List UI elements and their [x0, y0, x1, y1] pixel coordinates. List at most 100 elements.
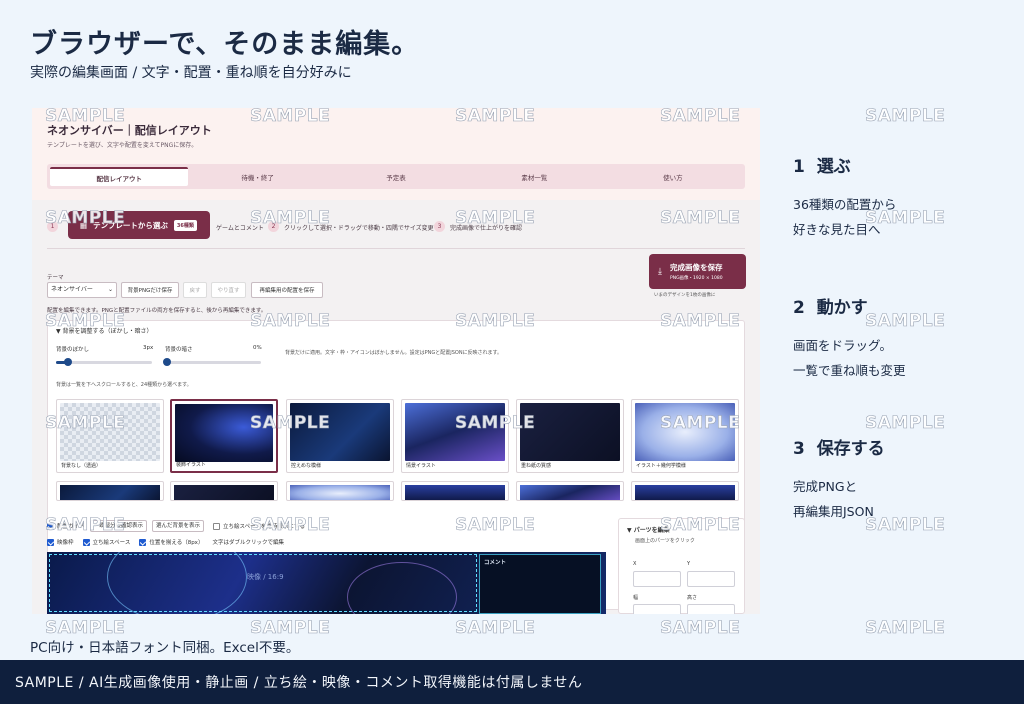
blur-value: 3px	[143, 345, 154, 351]
background-thumb[interactable]: イラスト＋幾何学模様	[631, 399, 739, 473]
sample-watermark: SAMPLE	[660, 106, 741, 127]
thumb-image	[635, 485, 735, 500]
sample-watermark: SAMPLE	[45, 208, 126, 229]
side-step-3-line: 再編集用JSON	[793, 504, 874, 519]
sample-watermark: SAMPLE	[250, 618, 331, 639]
divider	[47, 248, 745, 249]
tab-waiting[interactable]: 待機・終了	[188, 167, 326, 186]
undo-button[interactable]: 戻す	[183, 282, 207, 298]
footer-text: SAMPLE / AI生成画像使用・静止画 / 立ち絵・映像・コメント取得機能は…	[15, 675, 583, 691]
template-count-badge: 36種類	[173, 219, 197, 231]
tab-materials[interactable]: 素材一覧	[465, 167, 603, 186]
darkness-slider-knob[interactable]	[163, 358, 171, 366]
save-final-image-button[interactable]: ⤓ 完成画像を保存 PNG画像・1920 × 1080	[649, 254, 746, 289]
parts-hint: 画面上のパーツをクリック	[635, 538, 695, 544]
sample-watermark: SAMPLE	[45, 311, 126, 332]
side-step-3-num: 3	[793, 439, 805, 459]
tab-bar: 配信レイアウト 待機・終了 予定表 素材一覧 使い方	[47, 164, 745, 189]
side-step-1-line: 好きな見た目へ	[793, 222, 881, 237]
tab-layout[interactable]: 配信レイアウト	[50, 167, 189, 186]
side-step-2-line: 画面をドラッグ。	[793, 338, 893, 353]
theme-select[interactable]: ネオンサイバー ⌄	[47, 282, 117, 298]
background-thumb[interactable]: 情景イラスト	[401, 399, 509, 473]
sample-watermark: SAMPLE	[660, 618, 741, 639]
blur-slider-knob[interactable]	[63, 358, 72, 366]
save-bg-png-button[interactable]: 背景PNGだけ保存	[121, 282, 179, 298]
sample-watermark: SAMPLE	[865, 618, 946, 639]
side-step-1-title: 1 選ぶ	[793, 152, 896, 177]
video-label: 映像 / 16:9	[247, 573, 284, 581]
darkness-label: 背景の暗さ	[165, 347, 193, 353]
sample-watermark: SAMPLE	[45, 618, 126, 639]
side-step-1-num: 1	[793, 157, 805, 177]
background-thumb[interactable]	[286, 481, 394, 501]
side-step-3-heading: 保存する	[816, 439, 885, 459]
width-input[interactable]	[633, 604, 681, 614]
background-thumb[interactable]	[401, 481, 509, 501]
save-final-sub: PNG画像・1920 × 1080	[669, 276, 723, 281]
thumb-caption: 控えめな模様	[291, 463, 322, 469]
background-thumb[interactable]: 重ね紙の質感	[516, 399, 624, 473]
footer-bar: SAMPLE / AI生成画像使用・静止画 / 立ち絵・映像・コメント取得機能は…	[0, 660, 1024, 704]
options-row-2: 映像枠 立ち絵スペース 位置を揃える（8px） 文字はダブルクリックで編集	[47, 538, 284, 546]
comment-label: コメント	[484, 560, 507, 566]
standing-checkbox[interactable]	[82, 538, 90, 546]
y-label: Y	[687, 561, 691, 567]
comment-box[interactable]: コメント	[479, 554, 601, 614]
darkness-slider[interactable]	[163, 358, 261, 366]
sample-watermark: SAMPLE	[660, 311, 741, 332]
sample-watermark: SAMPLE	[250, 311, 331, 332]
footnote: PC向け・日本語フォント同梱。Excel不要。	[30, 640, 300, 656]
video-frame[interactable]	[49, 554, 477, 612]
sample-watermark: SAMPLE	[250, 515, 331, 536]
sample-watermark: SAMPLE	[660, 515, 741, 536]
sample-watermark: SAMPLE	[250, 106, 331, 127]
editor-screenshot: ネオンサイバー｜配信レイアウト テンプレートを選び、文字や配置を変えてPNGに保…	[32, 108, 760, 614]
background-note: 背景だけに適用。文字・枠・アイコンはぼかしません。設定はPNGと配置JSONに反…	[285, 350, 503, 356]
video-frame-checkbox[interactable]	[47, 538, 54, 546]
app-header: ネオンサイバー｜配信レイアウト テンプレートを選び、文字や配置を変えてPNGに保…	[32, 108, 760, 200]
layout-canvas[interactable]: 映像 / 16:9 コメント	[47, 552, 606, 614]
thumb-image	[405, 485, 505, 500]
side-step-3-title: 3 保存する	[793, 434, 885, 459]
sample-watermark: SAMPLE	[455, 106, 536, 127]
tab-schedule[interactable]: 予定表	[327, 167, 465, 186]
redo-button[interactable]: やり直す	[211, 282, 246, 298]
height-input[interactable]	[687, 604, 735, 614]
thumb-image	[60, 485, 160, 500]
app-description: テンプレートを選び、文字や配置を変えてPNGに保存。	[47, 142, 198, 149]
save-final-label: 完成画像を保存	[669, 263, 723, 272]
side-step-2-heading: 動かす	[816, 298, 868, 318]
background-thumb[interactable]: 控えめな模様	[286, 399, 394, 473]
video-frame-label: 映像枠	[57, 540, 74, 546]
standing-label: 立ち絵スペース	[92, 540, 131, 546]
background-display-select[interactable]: 選んだ背景を表示	[152, 520, 205, 532]
y-input[interactable]	[687, 571, 735, 587]
save-layout-button[interactable]: 再編集用の配置を保存	[251, 282, 323, 298]
sample-watermark: SAMPLE	[455, 618, 536, 639]
align-checkbox[interactable]	[139, 538, 147, 546]
background-thumb[interactable]: 背景なし（透過）	[56, 399, 164, 473]
chevron-down-icon: ⌄	[107, 286, 113, 293]
thumb-image	[174, 485, 274, 500]
background-thumb[interactable]	[631, 481, 739, 501]
background-thumb[interactable]	[516, 481, 624, 501]
thumb-image	[290, 485, 390, 500]
tab-howto[interactable]: 使い方	[604, 167, 742, 186]
theme-label: テーマ	[47, 275, 64, 281]
standing-space-checkbox[interactable]	[213, 522, 221, 530]
thumb-caption: 情景イラスト	[406, 463, 436, 469]
side-step-3-line: 完成PNGと	[793, 479, 858, 494]
width-label: 幅	[633, 595, 639, 601]
x-input[interactable]	[633, 571, 681, 587]
side-step-2-title: 2 動かす	[793, 293, 906, 318]
side-step-1-desc: 36種類の配置から 好きな見た目へ	[793, 192, 896, 242]
thumb-caption: イラスト＋幾何学模様	[636, 463, 686, 469]
sample-watermark: SAMPLE	[455, 311, 536, 332]
background-thumb-selected[interactable]: 装飾イラスト	[170, 399, 278, 473]
background-thumb[interactable]	[56, 481, 164, 501]
blur-slider[interactable]	[56, 358, 152, 366]
thumb-caption: 背景なし（透過）	[61, 463, 102, 469]
height-label: 高さ	[687, 595, 698, 601]
background-thumb[interactable]	[170, 481, 278, 501]
